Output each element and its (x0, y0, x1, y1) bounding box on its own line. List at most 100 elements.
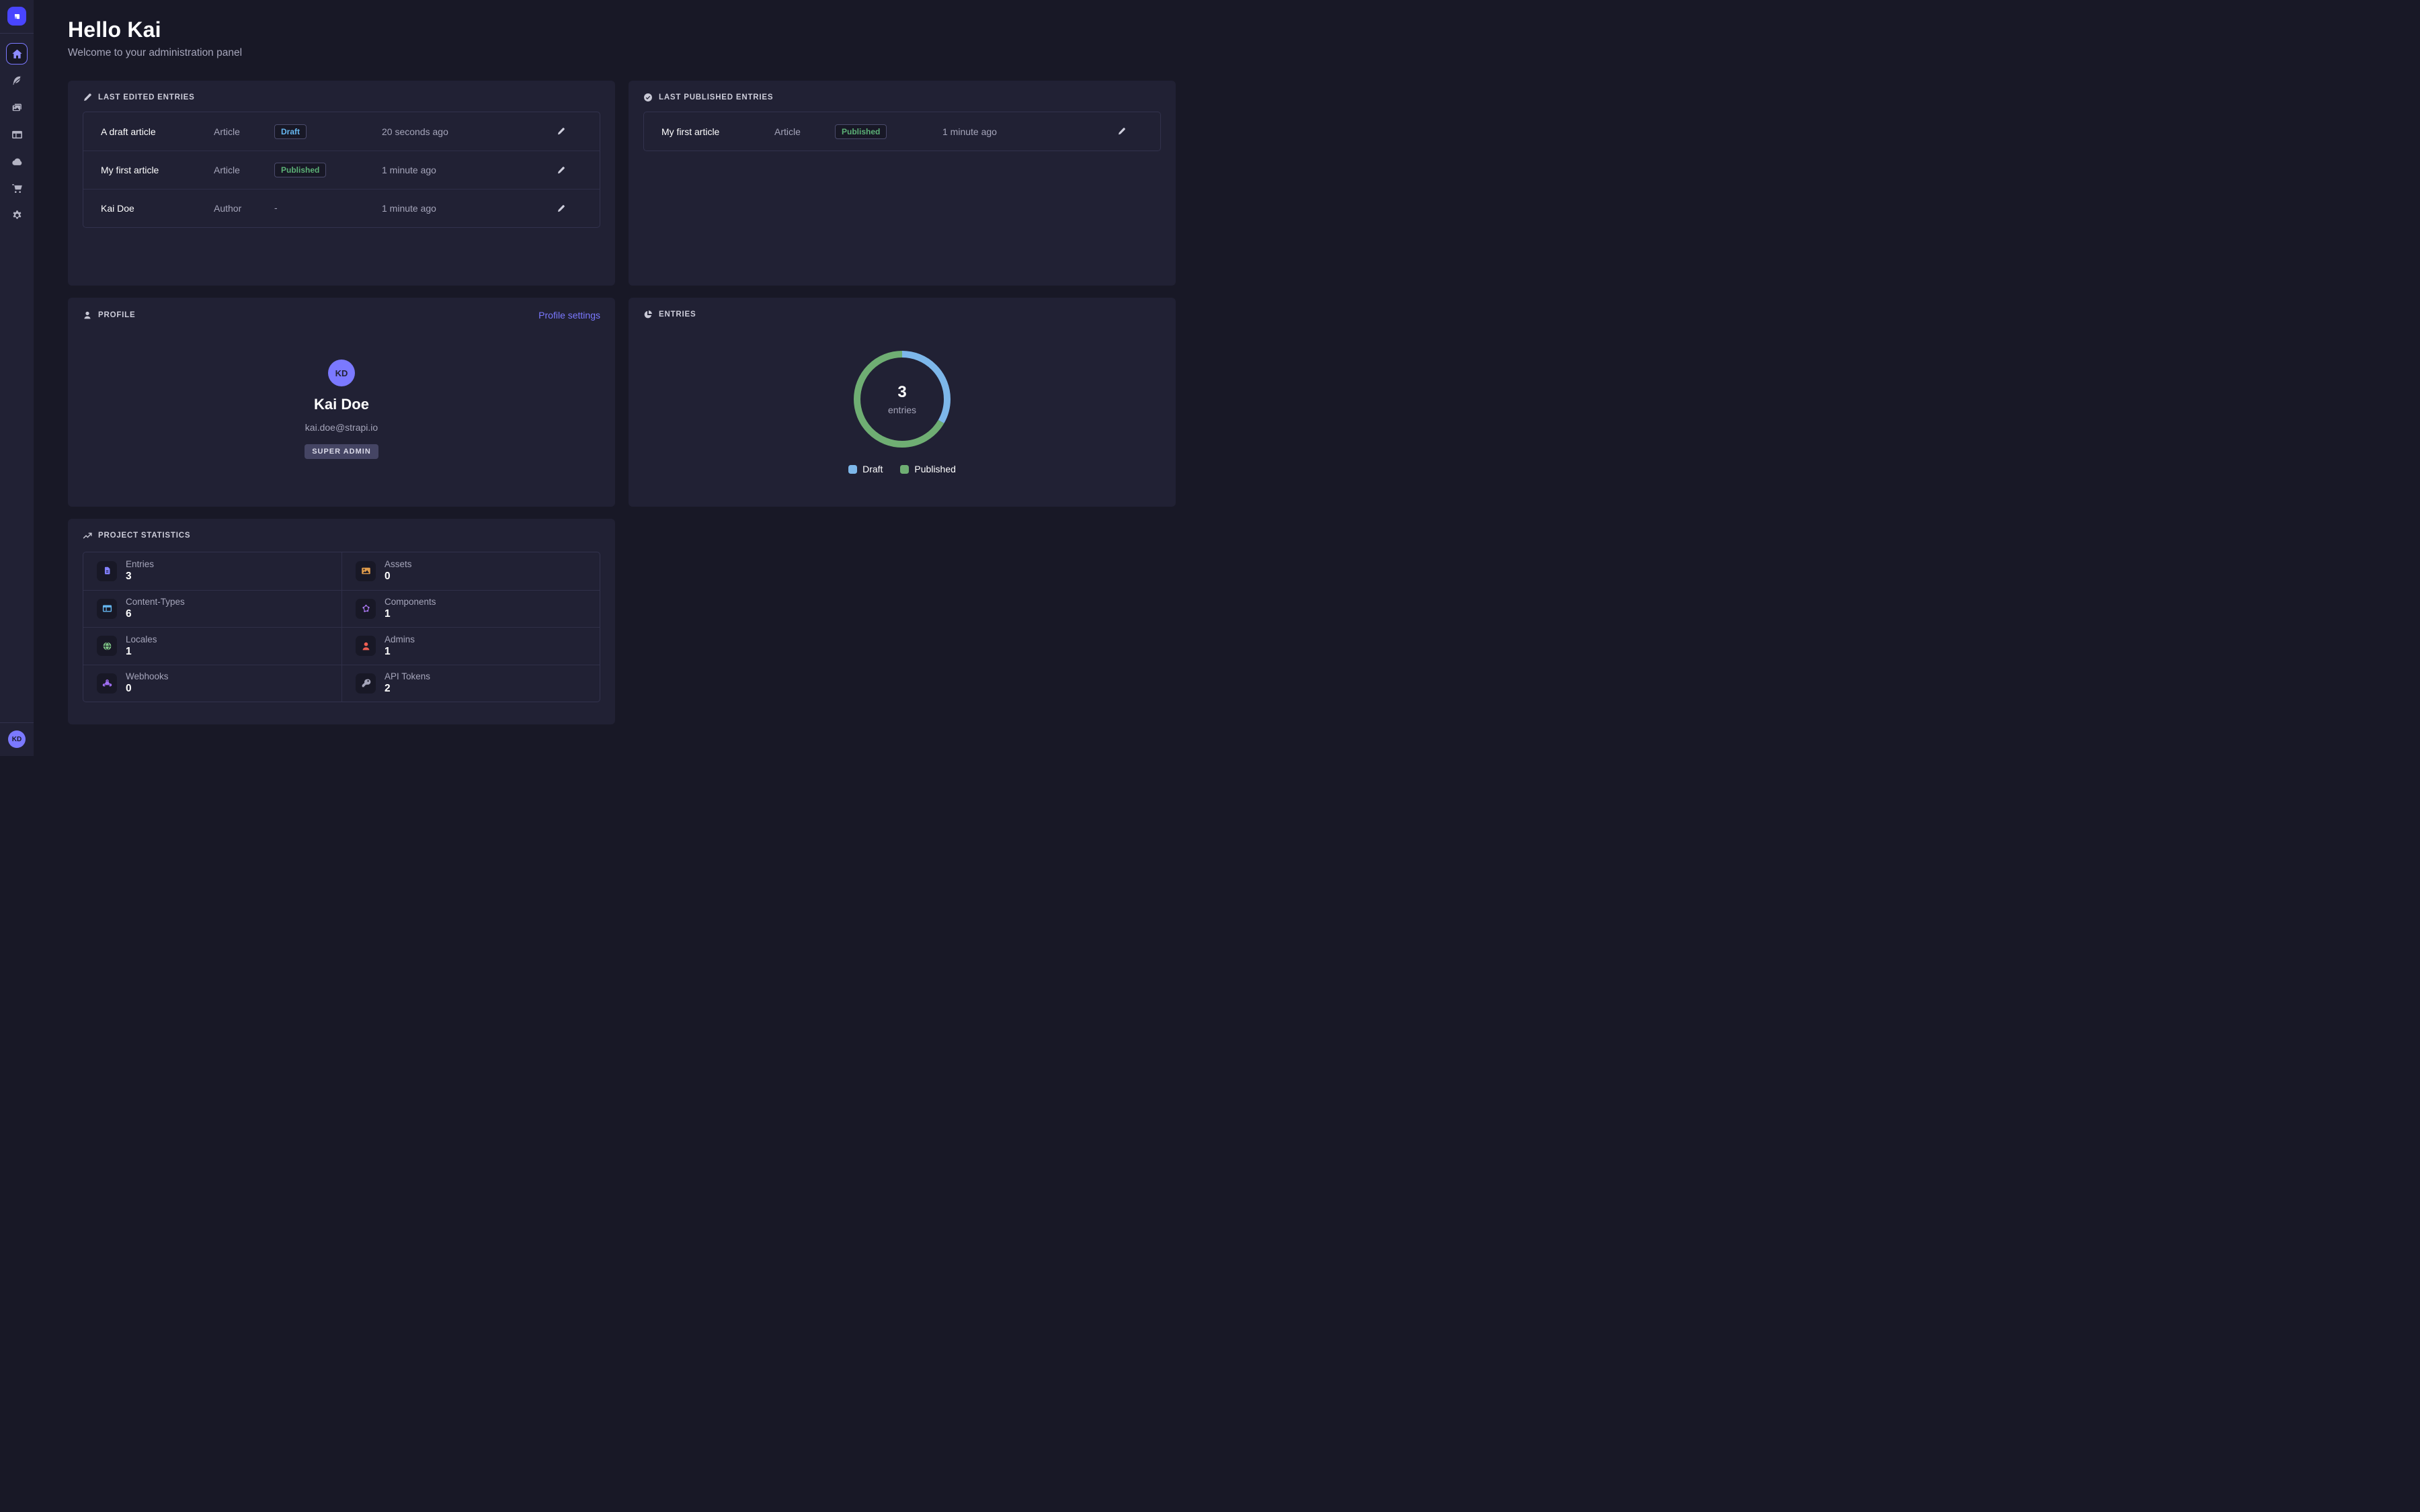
edit-entry-button[interactable] (557, 204, 565, 213)
stat-admins: Admins1 (341, 627, 600, 665)
chart-legend: Draft Published (848, 464, 956, 474)
legend-label: Draft (862, 464, 883, 474)
profile-email: kai.doe@strapi.io (305, 422, 378, 433)
legend-item-published: Published (900, 464, 956, 474)
stat-label: API Tokens (385, 671, 430, 681)
entry-name: Kai Doe (101, 203, 214, 214)
pencil-icon (557, 204, 565, 213)
sidebar-item-deploy[interactable] (6, 151, 28, 172)
role-badge: SUPER ADMIN (305, 444, 378, 459)
pencil-icon (1117, 127, 1126, 136)
widget-grid: LAST EDITED ENTRIES A draft article Arti… (68, 81, 1176, 724)
entries-count-label: entries (888, 405, 916, 415)
cloud-icon (11, 156, 23, 167)
person-icon (83, 310, 92, 320)
stat-value: 0 (126, 683, 169, 695)
entry-time: 1 minute ago (942, 126, 1100, 137)
table-row[interactable]: A draft article Article Draft 20 seconds… (83, 112, 600, 151)
profile-name: Kai Doe (314, 396, 369, 413)
entries-count: 3 (897, 383, 906, 402)
entry-name: A draft article (101, 126, 214, 137)
table-row[interactable]: Kai Doe Author - 1 minute ago (83, 189, 600, 227)
check-circle-icon (643, 93, 653, 102)
entries-chart-card: ENTRIES 3 entries (629, 298, 1176, 507)
feather-icon (11, 75, 23, 87)
card-title: PROJECT STATISTICS (98, 532, 190, 540)
profile-settings-link[interactable]: Profile settings (538, 310, 600, 321)
entry-type: Article (774, 126, 835, 137)
gear-icon (11, 210, 23, 221)
last-edited-table: A draft article Article Draft 20 seconds… (83, 112, 600, 228)
last-published-table: My first article Article Published 1 min… (643, 112, 1161, 151)
key-icon (356, 673, 376, 694)
stat-value: 1 (385, 646, 415, 658)
legend-item-draft: Draft (848, 464, 883, 474)
stat-assets: Assets 0 (341, 552, 600, 590)
main-content: Hello Kai Welcome to your administration… (34, 0, 1210, 756)
entries-donut-chart: 3 entries (852, 349, 953, 450)
sidebar-item-home[interactable] (6, 43, 28, 65)
sidebar-item-content-type-builder[interactable] (6, 124, 28, 145)
card-title: LAST PUBLISHED ENTRIES (659, 93, 773, 101)
cart-icon (11, 183, 23, 194)
picture-icon (356, 561, 376, 581)
edit-entry-button[interactable] (557, 166, 565, 175)
documents-icon (97, 561, 117, 581)
avatar: KD (328, 360, 355, 386)
pencil-icon (557, 166, 565, 175)
webhook-icon (97, 673, 117, 694)
status-badge: Draft (274, 124, 307, 139)
entry-type: Article (214, 165, 274, 175)
sidebar: KD (0, 0, 34, 756)
user-avatar[interactable]: KD (8, 730, 26, 748)
sidebar-item-media-library[interactable] (6, 97, 28, 118)
legend-label: Published (914, 464, 956, 474)
sidebar-item-settings[interactable] (6, 204, 28, 226)
card-title: LAST EDITED ENTRIES (98, 93, 195, 101)
user-icon (356, 636, 376, 656)
profile-card: PROFILE Profile settings KD Kai Doe kai.… (68, 298, 615, 507)
trend-up-icon (83, 531, 92, 540)
sidebar-item-content-manager[interactable] (6, 70, 28, 91)
status-badge: - (274, 202, 278, 213)
stat-value: 0 (385, 571, 412, 583)
stat-locales: Locales1 (83, 627, 341, 665)
stat-entries: Entries 3 (83, 552, 341, 590)
entry-name: My first article (101, 165, 214, 175)
edit-entry-button[interactable] (1117, 127, 1126, 136)
window-icon (97, 599, 117, 619)
edit-entry-button[interactable] (557, 127, 565, 136)
stat-content-types: Content-Types6 (83, 590, 341, 628)
nodes-icon (356, 599, 376, 619)
stat-webhooks: Webhooks 0 (83, 665, 341, 702)
stat-value: 3 (126, 571, 154, 583)
status-badge: Published (835, 124, 887, 139)
stat-components: Components1 (341, 590, 600, 628)
status-badge: Published (274, 163, 326, 177)
entry-time: 1 minute ago (382, 165, 539, 175)
last-published-entries-card: LAST PUBLISHED ENTRIES My first article … (629, 81, 1176, 286)
project-statistics-card: PROJECT STATISTICS Entries 3 Assets 0 (68, 519, 615, 724)
stat-label: Entries (126, 559, 154, 569)
table-row[interactable]: My first article Article Published 1 min… (83, 151, 600, 189)
stat-label: Assets (385, 559, 412, 569)
page-subtitle: Welcome to your administration panel (68, 47, 1176, 59)
strapi-logo-icon[interactable] (7, 7, 26, 26)
entry-type: Author (214, 203, 274, 214)
entry-time: 20 seconds ago (382, 126, 539, 137)
sidebar-divider (0, 33, 34, 34)
page-title: Hello Kai (68, 17, 1176, 42)
sidebar-bottom-divider (0, 722, 34, 723)
published-swatch (900, 465, 909, 474)
pencil-icon (557, 127, 565, 136)
stat-value: 2 (385, 683, 430, 695)
images-icon (11, 102, 23, 114)
stat-label: Components (385, 597, 436, 607)
pencil-icon (83, 93, 92, 102)
card-title: ENTRIES (659, 310, 696, 319)
sidebar-item-marketplace[interactable] (6, 177, 28, 199)
draft-swatch (848, 465, 857, 474)
stat-value: 1 (126, 646, 157, 658)
table-row[interactable]: My first article Article Published 1 min… (644, 112, 1160, 151)
stat-label: Webhooks (126, 671, 169, 681)
